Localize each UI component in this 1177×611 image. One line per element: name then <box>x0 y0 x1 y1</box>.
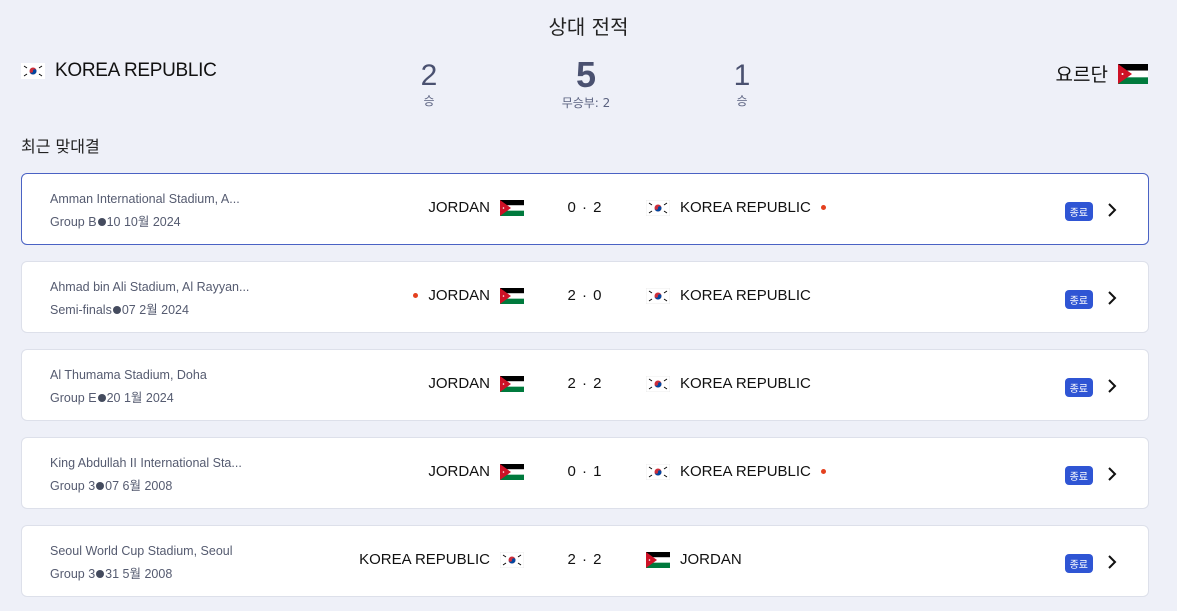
away-team: KOREA REPUBLIC <box>646 199 826 216</box>
match-card[interactable]: King Abdullah II International Sta... Gr… <box>21 437 1149 509</box>
chevron-right-icon[interactable] <box>1106 466 1118 482</box>
korea-flag-icon <box>646 375 670 392</box>
match-score: 2 · 2 <box>567 375 603 392</box>
away-team: KOREA REPUBLIC <box>646 463 826 480</box>
match-score: 0 · 1 <box>567 463 603 480</box>
match-stage: Group 3 <box>50 567 96 581</box>
match-card[interactable]: Seoul World Cup Stadium, Seoul Group 3 31… <box>21 525 1149 597</box>
team-left-name: KOREA REPUBLIC <box>55 60 217 81</box>
winner-dot-icon <box>820 205 826 210</box>
away-team-name: KOREA REPUBLIC <box>680 199 811 216</box>
home-team-name: JORDAN <box>428 375 490 392</box>
right-wins: 1 승 <box>722 60 762 109</box>
chevron-right-icon[interactable] <box>1106 378 1118 394</box>
korea-flag-icon <box>21 63 45 79</box>
match-date: 10 10월 2024 <box>106 215 181 229</box>
page-title: 상대 전적 <box>548 15 629 39</box>
team-left: KOREA REPUBLIC <box>21 60 217 82</box>
match-venue: Seoul World Cup Stadium, Seoul <box>50 544 233 558</box>
away-team: JORDAN <box>646 551 742 568</box>
home-team: JORDAN <box>428 375 524 392</box>
match-venue: Al Thumama Stadium, Doha <box>50 368 207 382</box>
match-venue: Ahmad bin Ali Stadium, Al Rayyan... <box>50 280 250 294</box>
jordan-flag-icon <box>500 199 524 216</box>
right-wins-count: 1 <box>733 59 751 92</box>
separator-dot-icon <box>97 218 106 226</box>
match-venue: King Abdullah II International Sta... <box>50 456 242 470</box>
team-right: 요르단 <box>1056 60 1148 87</box>
jordan-flag-icon <box>1118 63 1148 84</box>
away-team-name: KOREA REPUBLIC <box>680 287 811 304</box>
away-team: KOREA REPUBLIC <box>646 375 811 392</box>
jordan-flag-icon <box>500 375 524 392</box>
korea-flag-icon <box>646 463 670 480</box>
team-right-name: 요르단 <box>1055 64 1108 86</box>
chevron-right-icon[interactable] <box>1106 290 1118 306</box>
match-venue: Amman International Stadium, A... <box>50 192 240 206</box>
match-date: 20 1월 2024 <box>106 391 174 405</box>
separator-dot-icon <box>96 482 105 490</box>
korea-flag-icon <box>646 199 670 216</box>
away-team-name: KOREA REPUBLIC <box>680 463 811 480</box>
status-badge: 종료 <box>1064 202 1093 221</box>
status-badge: 종료 <box>1064 378 1093 397</box>
match-stage: Semi-finals <box>50 303 112 317</box>
match-card[interactable]: Ahmad bin Ali Stadium, Al Rayyan... Semi… <box>21 261 1149 333</box>
recent-matches-heading: 최근 맞대결 <box>21 137 100 156</box>
match-score: 2 · 2 <box>567 551 603 568</box>
jordan-flag-icon <box>500 287 524 304</box>
home-team-name: JORDAN <box>428 287 490 304</box>
left-wins: 2 승 <box>409 60 449 109</box>
jordan-flag-icon <box>500 463 524 480</box>
separator-dot-icon <box>97 394 106 402</box>
match-score: 0 · 2 <box>567 199 603 216</box>
match-card[interactable]: Amman International Stadium, A... Group … <box>21 173 1149 245</box>
home-team: JORDAN <box>413 287 524 304</box>
home-team: KOREA REPUBLIC <box>359 551 524 568</box>
home-team-name: JORDAN <box>428 199 490 216</box>
match-card[interactable]: Al Thumama Stadium, Doha Group E 20 1월 20… <box>21 349 1149 421</box>
home-team-name: JORDAN <box>428 463 490 480</box>
match-date: 31 5월 2008 <box>105 567 173 581</box>
home-team: JORDAN <box>428 199 524 216</box>
match-stage: Group 3 <box>50 479 96 493</box>
draws-label: 무승부: 2 <box>561 96 611 110</box>
winner-dot-icon <box>413 293 419 298</box>
match-date: 07 6월 2008 <box>105 479 173 493</box>
korea-flag-icon <box>500 551 524 568</box>
total-matches: 5 무승부: 2 <box>546 56 626 111</box>
match-stage: Group E <box>50 391 97 405</box>
status-badge: 종료 <box>1064 290 1093 309</box>
total-count: 5 <box>575 54 597 95</box>
status-badge: 종료 <box>1064 466 1093 485</box>
jordan-flag-icon <box>646 551 670 568</box>
left-wins-label: 승 <box>423 94 435 108</box>
separator-dot-icon <box>96 570 105 578</box>
match-date: 07 2월 2024 <box>121 303 189 317</box>
match-meta: Group 3 07 6월 2008 <box>50 475 172 494</box>
korea-flag-icon <box>646 287 670 304</box>
status-badge: 종료 <box>1064 554 1093 573</box>
match-meta: Group 3 31 5월 2008 <box>50 563 172 582</box>
chevron-right-icon[interactable] <box>1106 554 1118 570</box>
match-meta: Semi-finals 07 2월 2024 <box>50 299 189 318</box>
match-meta: Group E 20 1월 2024 <box>50 387 174 406</box>
away-team: KOREA REPUBLIC <box>646 287 811 304</box>
right-wins-label: 승 <box>736 94 748 108</box>
match-meta: Group B 10 10월 2024 <box>50 211 181 230</box>
away-team-name: JORDAN <box>680 551 742 568</box>
chevron-right-icon[interactable] <box>1106 202 1118 218</box>
winner-dot-icon <box>820 469 826 474</box>
home-team-name: KOREA REPUBLIC <box>359 551 490 568</box>
match-score: 2 · 0 <box>567 287 603 304</box>
separator-dot-icon <box>112 306 121 314</box>
home-team: JORDAN <box>428 463 524 480</box>
left-wins-count: 2 <box>420 59 438 92</box>
away-team-name: KOREA REPUBLIC <box>680 375 811 392</box>
match-stage: Group B <box>50 215 97 229</box>
